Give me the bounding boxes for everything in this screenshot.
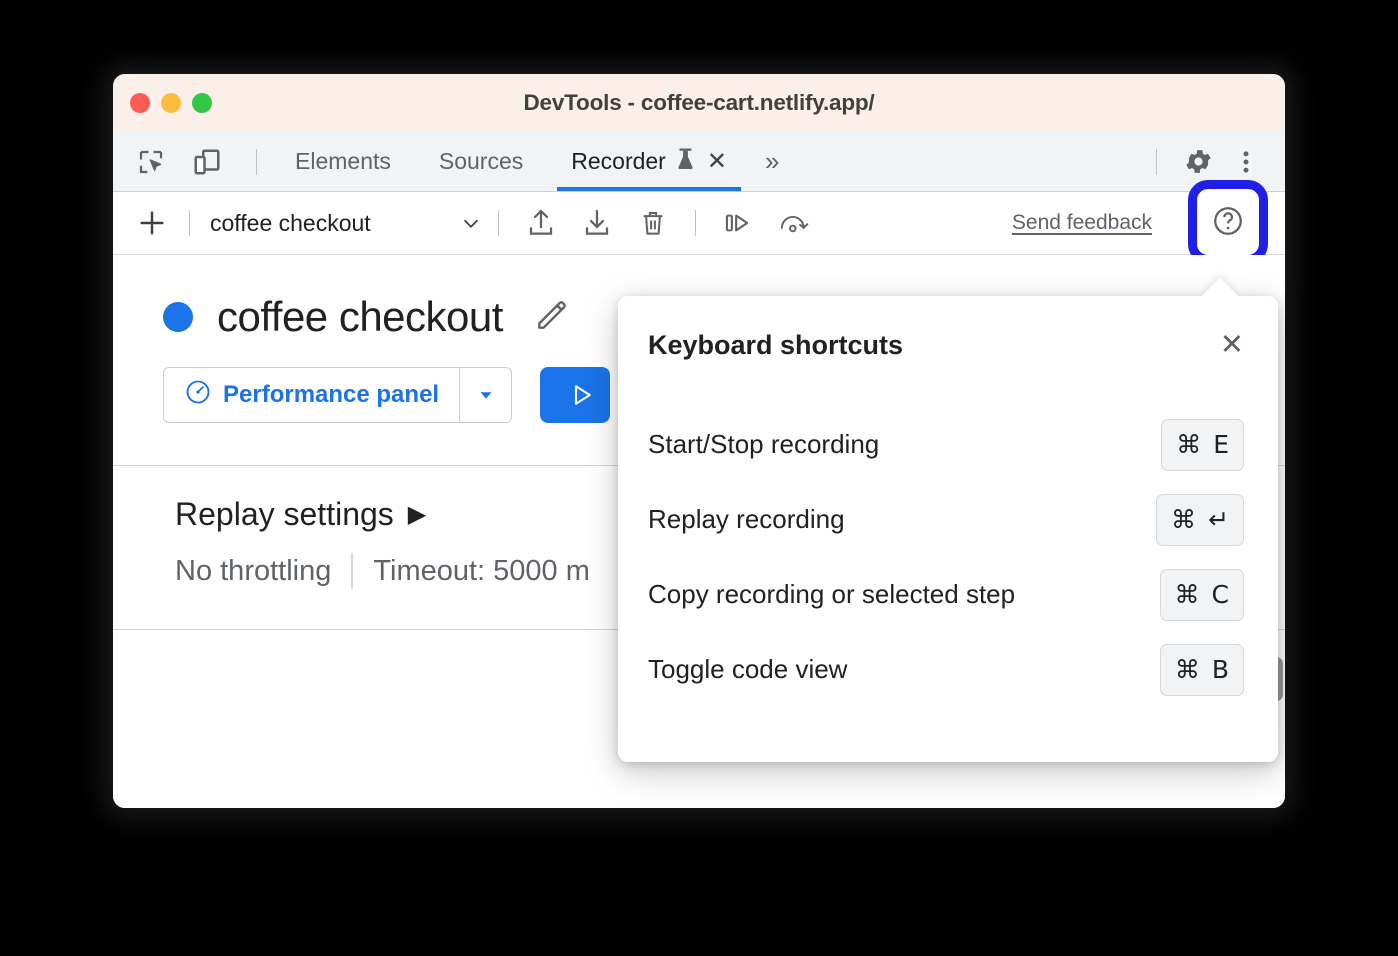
performance-panel-label: Performance panel xyxy=(223,381,439,409)
shortcut-keys: ⌘ C xyxy=(1160,569,1244,621)
key-chip: ⌘ ↵ xyxy=(1156,494,1244,546)
tab-strip-divider xyxy=(256,149,257,175)
key-letter: C xyxy=(1212,580,1229,609)
key-letter: ↵ xyxy=(1208,505,1229,534)
experiment-flask-icon xyxy=(675,147,696,177)
keyboard-shortcuts-help-button[interactable] xyxy=(1205,200,1251,246)
key-chip: ⌘ E xyxy=(1161,419,1244,471)
toolbar-divider-1 xyxy=(189,210,190,236)
shortcut-row: Start/Stop recording ⌘ E xyxy=(648,407,1244,482)
toolbar-divider-3 xyxy=(695,210,696,236)
tab-sources-label: Sources xyxy=(439,148,523,175)
close-popup-icon[interactable]: ✕ xyxy=(1220,331,1244,360)
tab-recorder[interactable]: Recorder ✕ xyxy=(547,132,751,191)
replay-settings-label: Replay settings xyxy=(175,496,394,533)
more-tabs-icon[interactable]: » xyxy=(751,146,793,177)
tab-elements[interactable]: Elements xyxy=(271,132,415,191)
send-feedback-link[interactable]: Send feedback xyxy=(1012,211,1152,235)
traffic-lights xyxy=(130,93,212,113)
screenshot-root: DevTools - coffee-cart.netlify.app/ xyxy=(0,0,1398,956)
delete-recording-button[interactable] xyxy=(631,201,675,245)
timeout-value: Timeout: 5000 m xyxy=(373,555,590,588)
shortcut-row: Copy recording or selected step ⌘ C xyxy=(648,557,1244,632)
help-question-icon xyxy=(1211,204,1245,243)
tab-elements-label: Elements xyxy=(295,148,391,175)
key-modifier: ⌘ xyxy=(1176,430,1201,459)
key-modifier: ⌘ xyxy=(1175,655,1200,684)
shortcut-row: Toggle code view ⌘ B xyxy=(648,632,1244,707)
shortcut-keys: ⌘ ↵ xyxy=(1156,494,1244,546)
performance-panel-button[interactable]: Performance panel xyxy=(163,367,460,423)
right-icons-divider xyxy=(1156,149,1157,175)
title-bar: DevTools - coffee-cart.netlify.app/ xyxy=(113,74,1285,132)
tab-strip-right-icons xyxy=(1142,141,1285,183)
shortcut-label: Toggle code view xyxy=(648,654,847,685)
close-window-button[interactable] xyxy=(130,93,150,113)
devtools-window: DevTools - coffee-cart.netlify.app/ xyxy=(113,74,1285,808)
close-recorder-tab-icon[interactable]: ✕ xyxy=(707,147,727,176)
settings-gear-icon[interactable] xyxy=(1177,141,1219,183)
key-chip: ⌘ C xyxy=(1160,569,1244,621)
key-letter: B xyxy=(1212,655,1229,684)
caret-down-icon xyxy=(475,384,497,406)
shortcut-label: Replay recording xyxy=(648,504,845,535)
toolbar-divider-2 xyxy=(498,210,499,236)
expand-arrow-icon: ▶ xyxy=(408,503,426,527)
step-by-step-replay-button[interactable] xyxy=(716,201,760,245)
tab-strip-left-icons xyxy=(113,141,271,183)
popup-header: Keyboard shortcuts ✕ xyxy=(618,296,1278,361)
maximize-window-button[interactable] xyxy=(192,93,212,113)
play-icon xyxy=(566,380,596,410)
recording-status-dot xyxy=(163,302,193,332)
shortcut-label: Copy recording or selected step xyxy=(648,579,1015,610)
shortcut-label: Start/Stop recording xyxy=(648,429,879,460)
replay-button[interactable] xyxy=(540,367,610,423)
shortcut-keys: ⌘ B xyxy=(1160,644,1244,696)
key-letter: E xyxy=(1213,430,1229,459)
chevron-down-icon xyxy=(458,210,484,236)
key-modifier: ⌘ xyxy=(1171,505,1196,534)
export-recording-button[interactable] xyxy=(519,201,563,245)
recording-selector-value: coffee checkout xyxy=(210,210,448,237)
shortcut-row: Replay recording ⌘ ↵ xyxy=(648,482,1244,557)
minimize-window-button[interactable] xyxy=(161,93,181,113)
panel-tabs: Elements Sources Recorder ✕ xyxy=(271,132,793,191)
device-toolbar-icon[interactable] xyxy=(186,141,228,183)
shortcut-keys: ⌘ E xyxy=(1161,419,1244,471)
toolbar-divider-4 xyxy=(1190,210,1191,236)
keyboard-shortcuts-popup: Keyboard shortcuts ✕ Start/Stop recordin… xyxy=(618,296,1278,762)
recorder-toolbar: coffee checkout xyxy=(113,192,1285,255)
replay-speed-button[interactable] xyxy=(772,201,816,245)
summary-divider xyxy=(351,553,353,589)
popup-title: Keyboard shortcuts xyxy=(648,330,903,361)
import-recording-button[interactable] xyxy=(575,201,619,245)
edit-title-icon[interactable] xyxy=(533,296,571,339)
create-recording-button[interactable] xyxy=(129,200,175,246)
key-chip: ⌘ B xyxy=(1160,644,1244,696)
inspect-element-icon[interactable] xyxy=(130,141,172,183)
devtools-tab-strip: Elements Sources Recorder ✕ xyxy=(113,132,1285,192)
tab-sources[interactable]: Sources xyxy=(415,132,547,191)
key-modifier: ⌘ xyxy=(1175,580,1200,609)
recording-selector[interactable]: coffee checkout xyxy=(210,210,484,237)
shortcut-list: Start/Stop recording ⌘ E Replay recordin… xyxy=(618,361,1278,707)
performance-panel-dropdown[interactable] xyxy=(460,367,512,423)
more-options-icon[interactable] xyxy=(1225,141,1267,183)
tab-recorder-label: Recorder xyxy=(571,148,666,175)
throttling-value: No throttling xyxy=(175,555,331,588)
recording-title: coffee checkout xyxy=(217,293,503,341)
window-title: DevTools - coffee-cart.netlify.app/ xyxy=(113,90,1285,116)
speedometer-icon xyxy=(184,378,212,413)
